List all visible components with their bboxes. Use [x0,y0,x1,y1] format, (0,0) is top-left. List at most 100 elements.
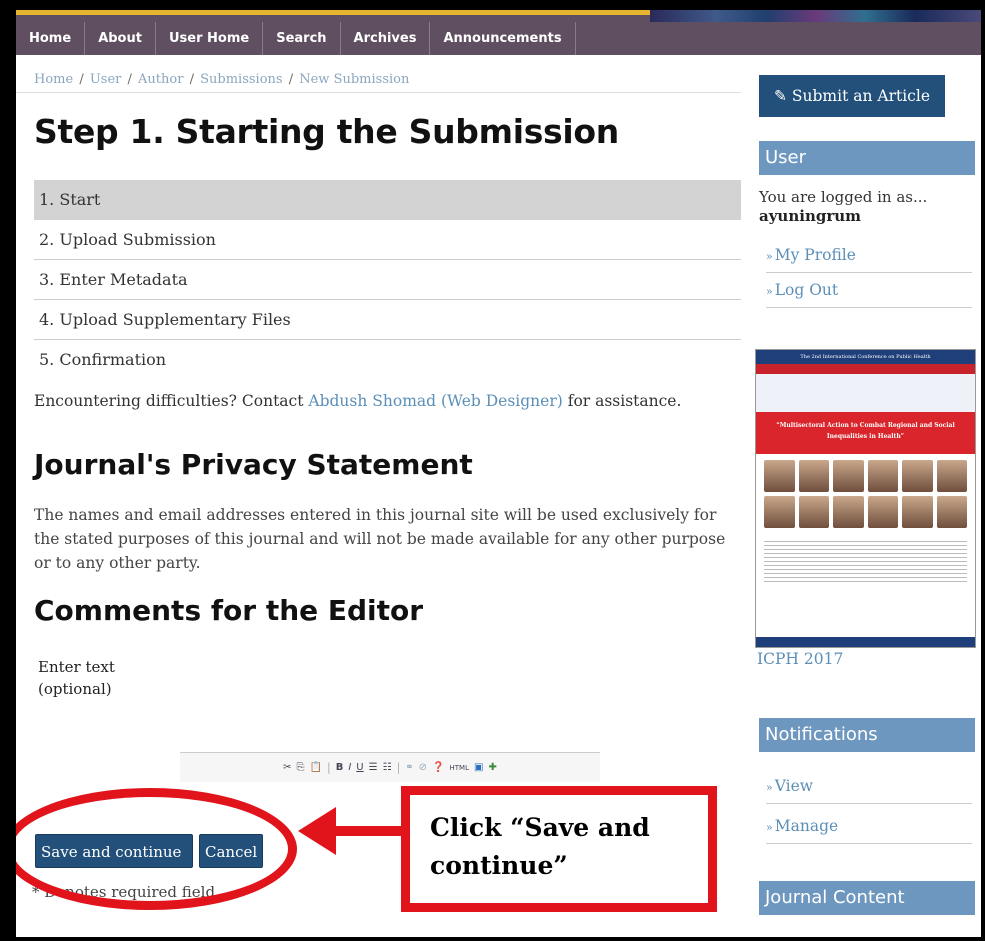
speaker-photo [833,496,864,528]
breadcrumb-new-submission[interactable]: New Submission [299,72,409,87]
annotation-highlight-ellipse [3,788,297,910]
view-label: View [774,777,814,795]
copy-icon[interactable]: ⎘ [297,762,305,773]
speaker-photo [936,460,967,492]
comments-label: Enter text (optional) [38,656,115,700]
bullet-list-icon[interactable]: ☰ [369,762,378,773]
italic-icon[interactable]: I [348,762,351,773]
comments-label-line2: (optional) [38,680,112,698]
link-icon[interactable]: ⚭ [405,762,413,773]
icph-poster-image[interactable]: The 2nd International Conference on Publ… [755,349,976,648]
poster-header: The 2nd International Conference on Publ… [756,350,975,364]
speaker-photo [936,496,967,528]
raquo-icon: » [766,781,773,794]
annotation-arrow-shaft [330,826,408,836]
breadcrumb-separator: / [185,72,199,87]
annotation-line2: continue” [430,851,568,880]
screenshot-border-left [0,0,16,941]
page-title: Step 1. Starting the Submission [34,112,619,151]
submission-steps: 1. Start 2. Upload Submission 3. Enter M… [34,180,741,380]
logged-in-label: You are logged in as... [759,188,928,206]
breadcrumb-user[interactable]: User [90,72,122,87]
paste-icon[interactable]: 📋 [310,762,322,773]
breadcrumb-home[interactable]: Home [34,72,73,87]
cut-icon[interactable]: ✂ [283,762,291,773]
header-banner-art [650,10,981,22]
comments-heading: Comments for the Editor [34,594,424,627]
nav-user-home[interactable]: User Home [156,22,264,55]
screenshot-border-top [0,0,985,10]
notifications-view-link[interactable]: » View [766,768,972,804]
annotation-callout: Click “Save and continue” [401,786,717,912]
submit-article-button[interactable]: ✎ Submit an Article [759,75,945,117]
speaker-photo [764,460,795,492]
speaker-photo [902,496,933,528]
help-prefix: Encountering difficulties? Contact [34,392,309,410]
breadcrumb-separator: / [75,72,88,87]
annotation-line1: Click “Save and [430,813,650,842]
speaker-photo [764,496,795,528]
speaker-photo [798,496,829,528]
raquo-icon: » [766,285,773,298]
poster-theme: “Multisectoral Action to Combat Regional… [756,412,975,454]
nav-archives[interactable]: Archives [341,22,431,55]
breadcrumb-author[interactable]: Author [138,72,183,87]
raquo-icon: » [766,821,773,834]
poster-footer-band [756,637,975,647]
speaker-photo [833,460,864,492]
edit-icon: ✎ [773,87,792,105]
help-text: Encountering difficulties? Contact Abdus… [34,392,681,410]
poster-speakers [756,454,975,534]
nav-about[interactable]: About [85,22,156,55]
nav-announcements[interactable]: Announcements [430,22,576,55]
breadcrumb-separator: / [123,72,137,87]
main-nav: Home About User Home Search Archives Ann… [16,22,576,55]
breadcrumb-submissions[interactable]: Submissions [200,72,282,87]
nav-search[interactable]: Search [263,22,341,55]
toolbar-separator: | [327,761,331,774]
speaker-photo [867,496,898,528]
breadcrumb-separator: / [284,72,298,87]
notifications-manage-link[interactable]: » Manage [766,808,972,844]
step-upload-submission: 2. Upload Submission [34,220,741,260]
screenshot-border-right [981,0,985,941]
step-confirmation: 5. Confirmation [39,350,167,369]
unlink-icon[interactable]: ⊘ [419,762,427,773]
step-upload-supplementary-files: 4. Upload Supplementary Files [34,300,741,340]
log-out-label: Log Out [774,281,839,299]
contact-link[interactable]: Abdush Shomad (Web Designer) [308,392,562,410]
privacy-statement-text: The names and email addresses entered in… [34,506,726,572]
submit-article-label: Submit an Article [791,87,930,105]
toolbar-separator: | [396,761,401,774]
step-enter-metadata: 3. Enter Metadata [34,260,741,300]
rich-text-toolbar: ✂ ⎘ 📋 | B I U ☰ ☷ | ⚭ ⊘ ❓ HTML ▣ ✚ [180,752,600,782]
html-icon[interactable]: HTML [450,764,469,772]
step-start: 1. Start [34,180,741,220]
logged-in-info: You are logged in as... ayuningrum [759,188,927,226]
my-profile-link[interactable]: » My Profile [766,237,972,273]
bold-icon[interactable]: B [336,762,344,773]
fullscreen-icon[interactable]: ▣ [474,762,483,773]
screenshot-border-bottom [0,937,985,941]
underline-icon[interactable]: U [356,762,363,773]
nav-home[interactable]: Home [16,22,86,55]
navbar-accent-stripe [16,10,656,15]
help-icon[interactable]: ❓ [432,762,444,773]
breadcrumb: Home / User / Author / Submissions / New… [34,72,409,87]
log-out-link[interactable]: » Log Out [766,272,972,308]
manage-label: Manage [774,817,839,835]
comments-label-line1: Enter text [38,658,115,676]
raquo-icon: » [766,250,773,263]
help-suffix: for assistance. [562,392,682,410]
username: ayuningrum [759,207,862,225]
image-icon[interactable]: ✚ [488,762,496,773]
annotation-arrow-head [298,807,336,855]
privacy-statement-heading: Journal's Privacy Statement [34,448,473,481]
numbered-list-icon[interactable]: ☷ [383,762,392,773]
notifications-heading: Notifications [759,718,975,752]
speaker-photo [798,460,829,492]
poster-logos [756,374,975,412]
journal-content-heading: Journal Content [759,881,975,915]
speaker-photo [867,460,898,492]
icph-caption-link[interactable]: ICPH 2017 [757,650,843,668]
